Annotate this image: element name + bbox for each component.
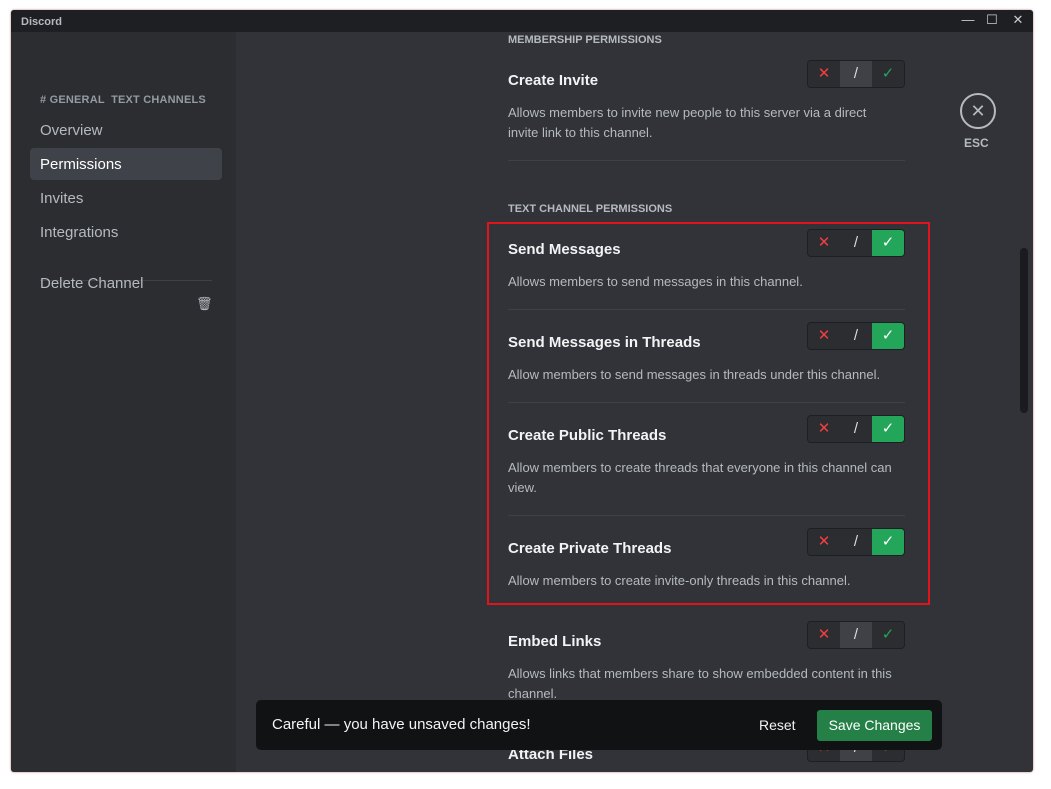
maximize-button[interactable]: ☐ xyxy=(979,12,1005,30)
sidebar-item-permissions[interactable]: Permissions xyxy=(30,148,222,180)
permission-toggle[interactable]: ✕ / ✓ xyxy=(807,621,905,649)
channel-header: # GENERAL TEXT CHANNELS xyxy=(40,94,206,106)
deny-icon[interactable]: ✕ xyxy=(808,61,840,87)
divider xyxy=(508,160,905,161)
save-changes-button[interactable]: Save Changes xyxy=(817,710,932,741)
scrollbar[interactable] xyxy=(1020,248,1028,413)
section-text-channel: TEXT CHANNEL PERMISSIONS xyxy=(508,203,672,215)
minimize-button[interactable]: — xyxy=(955,12,981,30)
neutral-icon[interactable]: / xyxy=(840,61,872,87)
unsaved-message: Careful — you have unsaved changes! xyxy=(272,716,531,733)
app-title: Discord xyxy=(21,16,62,28)
deny-icon[interactable]: ✕ xyxy=(808,622,840,648)
sidebar-item-overview[interactable]: Overview xyxy=(30,114,222,146)
allow-icon[interactable]: ✓ xyxy=(872,61,904,87)
allow-icon[interactable]: ✓ xyxy=(872,622,904,648)
permission-description: Allows members to invite new people to t… xyxy=(508,103,898,143)
delete-channel-button[interactable]: Delete Channel xyxy=(30,267,180,299)
close-window-button[interactable]: ✕ xyxy=(1005,12,1031,30)
trash-icon[interactable]: 🗑 xyxy=(196,296,213,312)
permission-toggle[interactable]: ✕ / ✓ xyxy=(807,60,905,88)
esc-label: ESC xyxy=(964,136,989,150)
neutral-icon[interactable]: / xyxy=(840,622,872,648)
sidebar-item-integrations[interactable]: Integrations xyxy=(30,216,222,248)
permission-description: Allows links that members share to show … xyxy=(508,664,898,704)
sidebar-item-invites[interactable]: Invites xyxy=(30,182,222,214)
permission-row: Create Invite Allows members to invite n… xyxy=(508,72,905,143)
section-membership: MEMBERSHIP PERMISSIONS xyxy=(508,34,662,46)
permission-row: Embed Links Allows links that members sh… xyxy=(508,633,905,704)
title-bar: Discord — ☐ ✕ xyxy=(11,10,1033,32)
discord-window: Discord — ☐ ✕ # GENERAL TEXT CHANNELS Ov… xyxy=(11,10,1033,772)
reset-button[interactable]: Reset xyxy=(759,717,796,733)
unsaved-changes-bar: Careful — you have unsaved changes! Rese… xyxy=(256,700,942,750)
highlight-box xyxy=(487,222,930,605)
sidebar: # GENERAL TEXT CHANNELS Overview Permiss… xyxy=(11,32,236,772)
close-icon[interactable]: ✕ xyxy=(960,93,996,129)
